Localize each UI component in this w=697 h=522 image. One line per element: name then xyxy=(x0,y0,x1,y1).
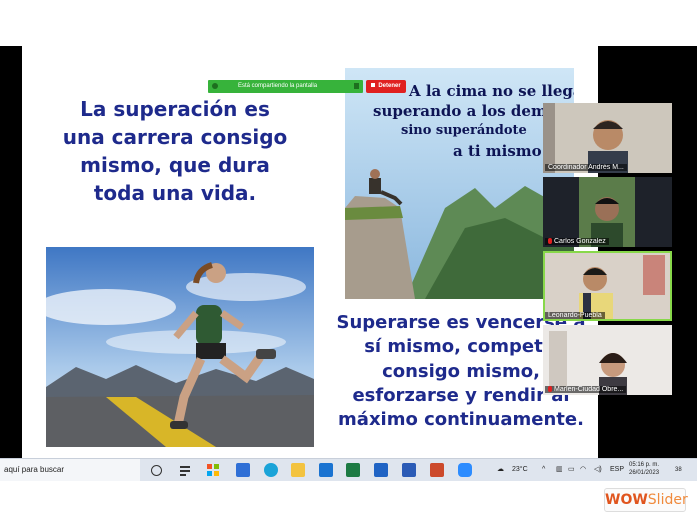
stop-sharing-button[interactable]: Detener xyxy=(366,80,406,93)
watermark-brand: WOW xyxy=(605,492,648,508)
slide-left-text: La superación es una carrera consigo mis… xyxy=(62,97,288,205)
weather-icon[interactable]: ☁ xyxy=(497,459,504,481)
word-icon[interactable] xyxy=(402,463,416,477)
clock-date: 26/01/2023 xyxy=(629,470,660,476)
file-explorer-icon[interactable] xyxy=(291,463,305,477)
participant-tile[interactable]: Coordinador Andrés M... xyxy=(543,103,672,173)
muted-mic-icon xyxy=(548,238,552,245)
powerpoint-icon[interactable] xyxy=(430,463,444,477)
task-view-icon[interactable] xyxy=(151,465,162,476)
participant-name: Leonardo-Puebla xyxy=(545,312,605,319)
battery-icon[interactable]: ▭ xyxy=(568,459,575,481)
top-strip xyxy=(0,0,697,46)
participant-video xyxy=(543,325,672,395)
participant-video xyxy=(543,103,672,173)
zoom-icon[interactable] xyxy=(458,463,472,477)
participant-gallery: Coordinador Andrés M... Carlos Gonzalez … xyxy=(543,103,672,397)
quote-line-2: superando a los demás xyxy=(373,102,566,120)
participant-name: Coordinador Andrés M... xyxy=(545,164,627,171)
stop-icon xyxy=(371,83,376,88)
participant-tile-active-speaker[interactable]: Leonardo-Puebla xyxy=(543,251,672,321)
muted-mic-icon xyxy=(548,386,552,393)
language-indicator[interactable]: ESP xyxy=(610,459,624,481)
chevron-up-icon[interactable]: ^ xyxy=(542,459,545,481)
mountain-quote-image: A la cima no se llega superando a los de… xyxy=(345,68,574,299)
watermark-suffix: Slider xyxy=(647,492,688,508)
quote-line-3: sino superándote xyxy=(401,123,527,138)
quote-line-1: A la cima no se llega xyxy=(409,82,574,100)
start-store-icon[interactable] xyxy=(206,463,220,477)
participant-tile[interactable]: Carlos Gonzalez xyxy=(543,177,672,247)
runner-illustration xyxy=(46,247,314,447)
share-banner-text: Está compartiendo la pantalla xyxy=(238,83,318,89)
participant-video xyxy=(543,251,672,321)
taskbar-clock[interactable]: 05:16 p. m. 26/01/2023 xyxy=(629,461,659,477)
widgets-icon[interactable] xyxy=(178,463,192,477)
mail-icon[interactable] xyxy=(319,463,333,477)
participant-name: Carlos Gonzalez xyxy=(545,238,609,245)
runner-image xyxy=(46,247,314,447)
wifi-icon[interactable]: ◠ xyxy=(580,459,586,481)
participant-name: Marlen-Ciudad Obre... xyxy=(545,386,627,393)
excel-icon[interactable] xyxy=(346,463,360,477)
quote-line-4: a ti mismo xyxy=(453,142,542,160)
calendar-icon[interactable] xyxy=(236,463,250,477)
stop-label: Detener xyxy=(378,83,401,89)
taskbar-search-box[interactable]: aquí para buscar xyxy=(0,459,140,481)
windows-taskbar: aquí para buscar ☁ 23°C ^ ▥ ▭ ◠ ◁) ESP 0… xyxy=(0,458,697,481)
share-icon xyxy=(212,83,218,89)
network-icon[interactable]: ▥ xyxy=(556,459,563,481)
screen-share-banner[interactable]: Está compartiendo la pantalla xyxy=(208,80,363,93)
notification-badge[interactable]: 38 xyxy=(675,459,682,481)
temperature-label[interactable]: 23°C xyxy=(512,459,528,481)
clock-time: 05:16 p. m. xyxy=(629,462,660,468)
wowslider-watermark: WOWSlider xyxy=(604,488,688,512)
volume-icon[interactable]: ◁) xyxy=(594,459,602,481)
outlook-icon[interactable] xyxy=(374,463,388,477)
edge-icon[interactable] xyxy=(264,463,278,477)
participant-tile[interactable]: Marlen-Ciudad Obre... xyxy=(543,325,672,395)
shield-icon xyxy=(354,83,359,89)
participant-video xyxy=(543,177,672,247)
